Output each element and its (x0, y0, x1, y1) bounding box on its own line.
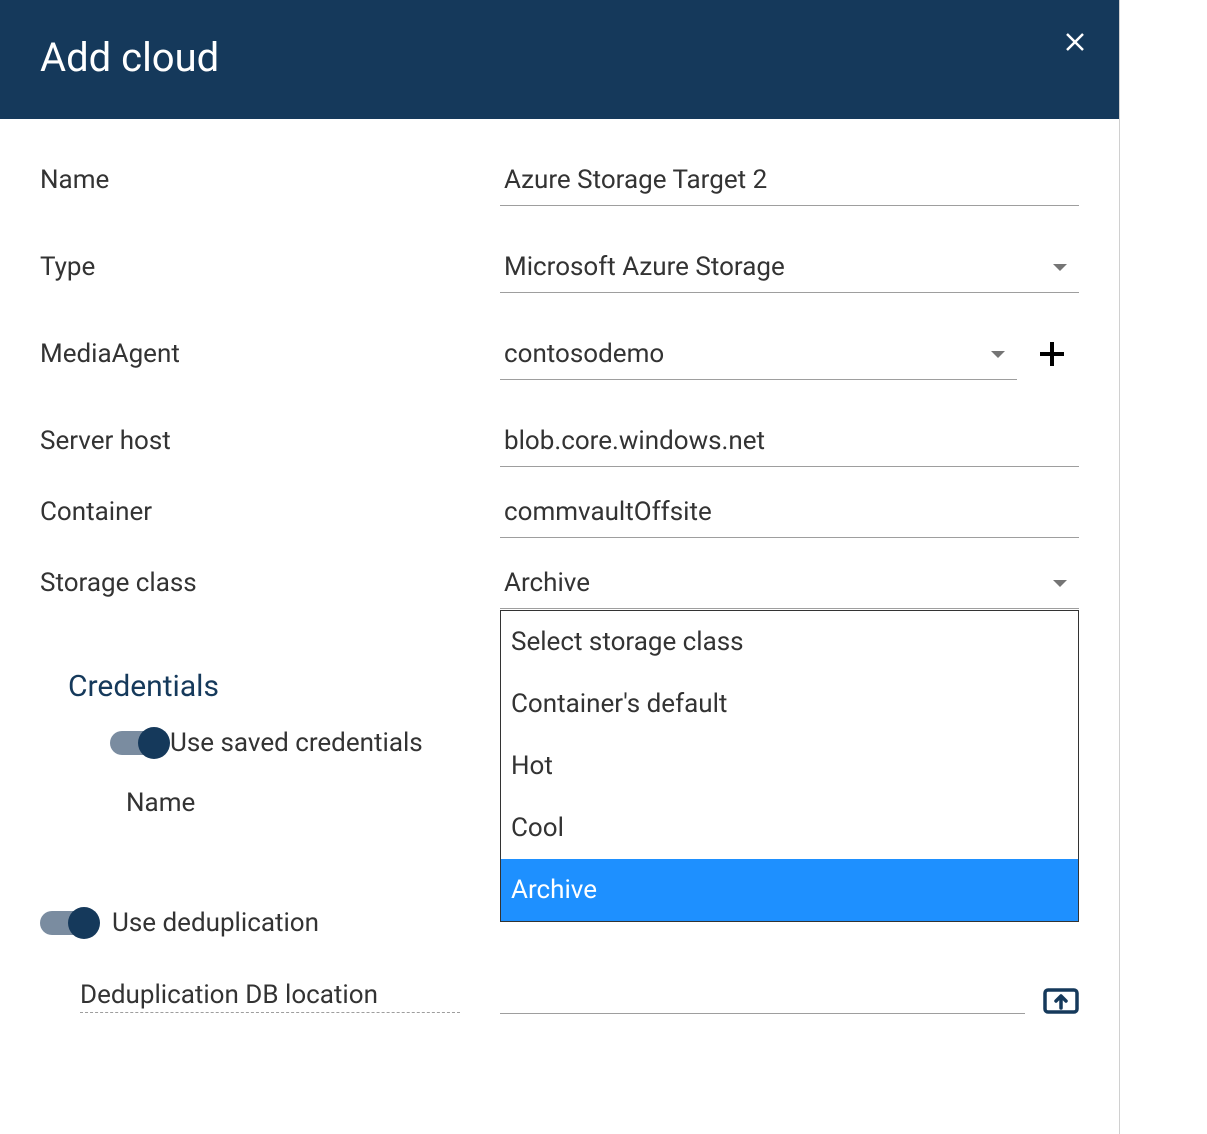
storageclass-label: Storage class (40, 568, 500, 598)
serverhost-row: Server host (40, 420, 1079, 467)
dedup-db-input[interactable] (500, 978, 1025, 1014)
serverhost-label: Server host (40, 426, 500, 456)
type-row: Type Microsoft Azure Storage (40, 246, 1079, 293)
storageclass-option-placeholder[interactable]: Select storage class (501, 611, 1078, 673)
dedup-db-label: Deduplication DB location (80, 980, 460, 1013)
use-saved-credentials-toggle[interactable] (110, 731, 166, 755)
storageclass-option-archive[interactable]: Archive (501, 859, 1078, 921)
mediaagent-label: MediaAgent (40, 339, 500, 369)
caret-down-icon (991, 351, 1005, 358)
credentials-name-label: Name (126, 788, 500, 818)
name-row: Name (40, 159, 1079, 206)
add-mediaagent-button[interactable] (1037, 338, 1067, 376)
container-label: Container (40, 497, 500, 527)
use-saved-credentials-label: Use saved credentials (170, 728, 423, 758)
storageclass-option-hot[interactable]: Hot (501, 735, 1078, 797)
type-value: Microsoft Azure Storage (504, 252, 785, 282)
modal-title: Add cloud (40, 34, 219, 81)
add-cloud-modal: Add cloud Name Type Microsoft Azure Stor… (0, 0, 1120, 1134)
container-input[interactable] (500, 491, 1079, 538)
storageclass-value: Archive (504, 568, 590, 598)
mediaagent-row: MediaAgent contosodemo (40, 333, 1079, 380)
toggle-knob (68, 907, 100, 939)
storageclass-select[interactable]: Archive (500, 562, 1079, 609)
dedup-db-row: Deduplication DB location (80, 978, 1079, 1014)
modal-body: Name Type Microsoft Azure Storage MediaA… (0, 119, 1119, 1034)
storageclass-dropdown: Select storage class Container's default… (500, 610, 1079, 922)
storageclass-row: Storage class Archive Select storage cla… (40, 562, 1079, 609)
type-label: Type (40, 252, 500, 282)
close-icon[interactable] (1063, 30, 1087, 59)
storageclass-option-cool[interactable]: Cool (501, 797, 1078, 859)
mediaagent-value: contosodemo (504, 339, 664, 369)
mediaagent-select[interactable]: contosodemo (500, 333, 1017, 380)
name-input[interactable] (500, 159, 1079, 206)
toggle-knob (138, 727, 170, 759)
type-select[interactable]: Microsoft Azure Storage (500, 246, 1079, 293)
caret-down-icon (1053, 264, 1067, 271)
name-label: Name (40, 165, 500, 195)
storageclass-option-default[interactable]: Container's default (501, 673, 1078, 735)
use-dedup-label: Use deduplication (112, 908, 319, 938)
container-row: Container (40, 491, 1079, 538)
modal-header: Add cloud (0, 0, 1119, 119)
use-dedup-toggle[interactable] (40, 911, 96, 935)
serverhost-input[interactable] (500, 420, 1079, 467)
caret-down-icon (1053, 580, 1067, 587)
browse-icon[interactable] (1043, 982, 1079, 1014)
